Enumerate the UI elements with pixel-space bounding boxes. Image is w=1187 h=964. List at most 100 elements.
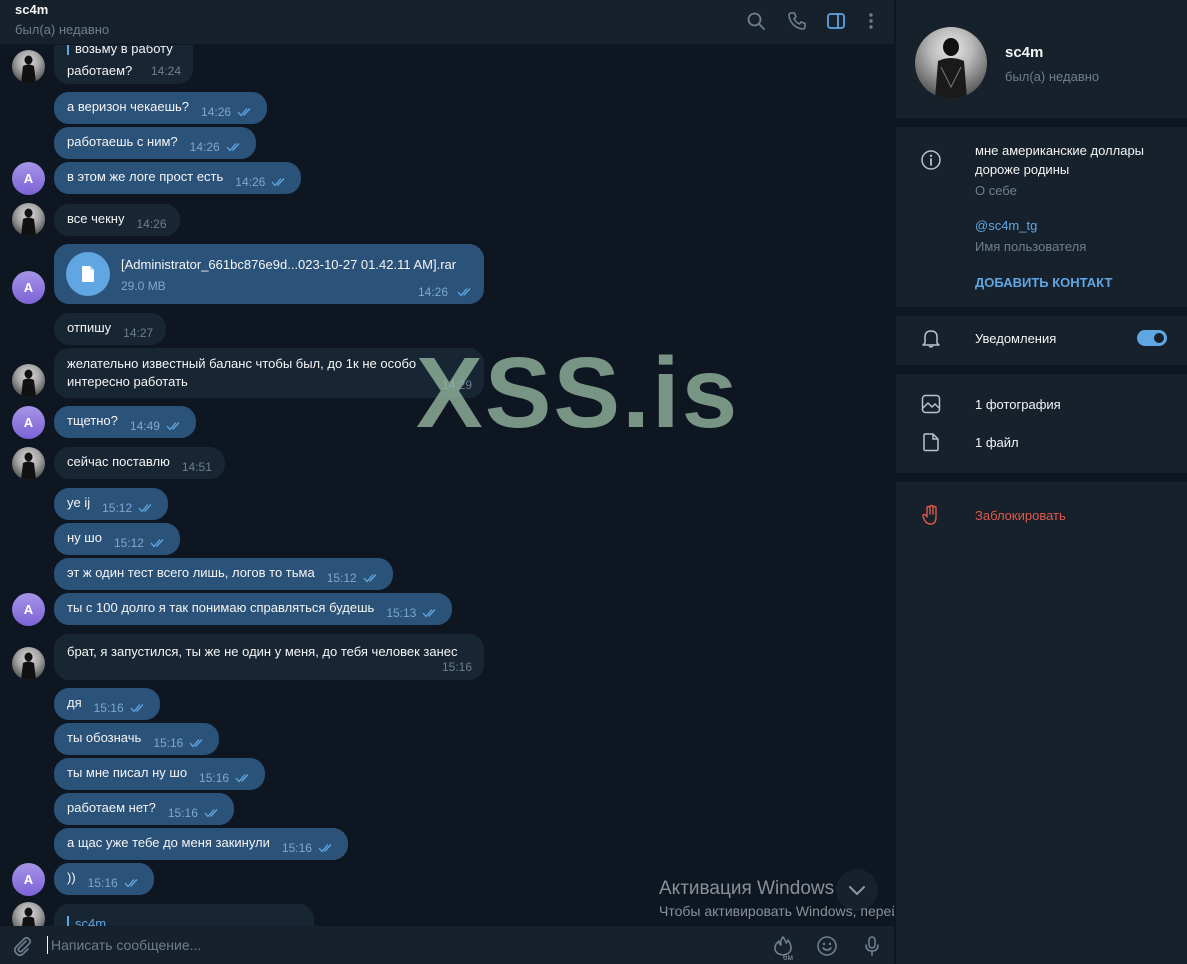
avatar[interactable]: A (12, 162, 45, 195)
double-check-icon (138, 504, 152, 513)
message-outgoing[interactable]: работаешь с ним? 14:26 (54, 127, 256, 159)
double-check-icon (271, 178, 285, 187)
more-vertical-icon[interactable] (858, 8, 884, 34)
avatar[interactable]: A (12, 271, 45, 304)
message-outgoing[interactable]: дя 15:16 (54, 688, 160, 720)
divider (896, 118, 1187, 127)
emoji-icon[interactable] (815, 934, 839, 958)
message-outgoing[interactable]: ты мне писал ну шо 15:16 (54, 758, 266, 790)
block-button[interactable]: Заблокировать (975, 508, 1066, 523)
microphone-icon[interactable] (860, 934, 884, 958)
chat-header: sc4m был(а) недавно (0, 0, 894, 45)
message-time: 14:24 (150, 64, 181, 78)
divider (896, 473, 1187, 482)
message-time: 15:12 (113, 536, 144, 550)
message-outgoing[interactable]: тщетно? 14:49 (54, 406, 196, 438)
message-outgoing[interactable]: ну шо 15:12 (54, 523, 180, 555)
avatar[interactable] (12, 364, 45, 397)
message-time: 15:12 (326, 571, 357, 585)
avatar[interactable] (12, 50, 45, 83)
photos-link[interactable]: 1 фотография (975, 397, 1061, 412)
username-link[interactable]: @sc4m_tg (975, 218, 1037, 233)
message-time: 14:26 (136, 217, 167, 231)
message-list[interactable]: возьму в работу работаем? 14:24 а веризо… (0, 45, 894, 926)
chat-title[interactable]: sc4m (15, 2, 48, 17)
avatar[interactable] (12, 203, 45, 236)
toggle-knob (1152, 331, 1166, 345)
avatar[interactable]: A (12, 406, 45, 439)
divider (896, 307, 1187, 316)
notifications-label: Уведомления (975, 331, 1057, 346)
message-text: возьму в работу (75, 45, 173, 56)
double-check-icon (150, 539, 164, 548)
message-incoming[interactable]: sc4m (54, 904, 314, 926)
profile-name: sc4m (1005, 44, 1044, 61)
message-text: тщетно? (67, 413, 118, 428)
message-outgoing[interactable]: в этом же логе прост есть 14:26 (54, 162, 302, 194)
avatar[interactable] (12, 902, 45, 926)
sidebar-toggle-icon[interactable] (823, 8, 849, 34)
message-incoming[interactable]: желательно известный баланс чтобы был, д… (54, 348, 484, 398)
message-time: 14:27 (123, 326, 154, 340)
message-text: дя (67, 695, 82, 710)
message-outgoing[interactable]: а веризон чекаешь? 14:26 (54, 92, 268, 124)
message-text: сейчас поставлю (67, 454, 170, 469)
scroll-down-button[interactable] (836, 869, 878, 911)
message-incoming[interactable]: отпишу 14:27 (54, 313, 167, 345)
reply-author: sc4m (75, 916, 107, 926)
info-icon (920, 149, 942, 171)
search-icon[interactable] (743, 8, 769, 34)
avatar[interactable] (12, 447, 45, 480)
bio-text: мне американские доллары (975, 143, 1145, 158)
message-incoming[interactable]: сейчас поставлю 14:51 (54, 447, 225, 479)
message-input[interactable] (51, 935, 651, 955)
message-time: 15:16 (93, 701, 124, 715)
avatar[interactable]: A (12, 863, 45, 896)
message-text: )) (67, 870, 76, 885)
message-incoming[interactable]: брат, я запустился, ты же не один у меня… (54, 634, 484, 680)
message-text: работаешь с ним? (67, 134, 178, 149)
message-outgoing[interactable]: эт ж один тест всего лишь, логов то тьма… (54, 558, 393, 590)
message-time: 14:26 (201, 105, 232, 119)
bell-icon (920, 327, 942, 349)
message-time: 14:26 (189, 140, 220, 154)
message-outgoing[interactable]: работаем нет? 15:16 (54, 793, 234, 825)
message-file[interactable]: [Administrator_661bc876e9d...023-10-27 0… (54, 244, 484, 304)
file-name[interactable]: [Administrator_661bc876e9d...023-10-27 0… (121, 257, 456, 272)
message-time: 15:13 (386, 606, 417, 620)
notifications-toggle[interactable] (1137, 330, 1167, 346)
double-check-icon (422, 609, 436, 618)
bio-text: дороже родины (975, 162, 1070, 177)
message-text: все чекну (67, 211, 125, 226)
message-outgoing[interactable]: а щас уже тебе до меня закинули 15:16 (54, 828, 348, 860)
message-time: 14:51 (181, 460, 212, 474)
message-outgoing[interactable]: ты обозначь 15:16 (54, 723, 220, 755)
file-size: 29.0 MB (121, 279, 166, 293)
files-link[interactable]: 1 файл (975, 435, 1019, 450)
document-icon[interactable] (66, 252, 110, 296)
phone-icon[interactable] (784, 8, 810, 34)
file-icon (920, 431, 942, 453)
paperclip-icon[interactable] (10, 934, 34, 958)
message-outgoing[interactable]: ты с 100 долго я так понимаю справляться… (54, 593, 453, 625)
message-outgoing[interactable]: ye ij 15:12 (54, 488, 169, 520)
message-text: желательно известный баланс чтобы был, д… (67, 356, 417, 371)
message-time: 15:16 (87, 876, 118, 890)
double-check-icon (318, 844, 332, 853)
message-outgoing[interactable]: )) 15:16 (54, 863, 154, 895)
message-text: работаем нет? (67, 800, 156, 815)
avatar[interactable] (12, 647, 45, 680)
timer-label: 6м (783, 953, 793, 962)
avatar[interactable]: A (12, 593, 45, 626)
double-check-icon (235, 774, 249, 783)
add-contact-button[interactable]: ДОБАВИТЬ КОНТАКТ (975, 275, 1112, 290)
message-text: а щас уже тебе до меня закинули (67, 835, 270, 850)
profile-avatar[interactable] (915, 27, 987, 99)
message-incoming[interactable]: все чекну 14:26 (54, 204, 180, 236)
message-incoming[interactable]: возьму в работу работаем? 14:24 (54, 45, 193, 84)
profile-status: был(а) недавно (1005, 69, 1100, 84)
double-check-icon (130, 704, 144, 713)
message-text: брат, я запустился, ты же не один у меня… (67, 644, 458, 659)
message-text: интересно работать (67, 374, 188, 389)
message-time: 15:12 (102, 501, 133, 515)
